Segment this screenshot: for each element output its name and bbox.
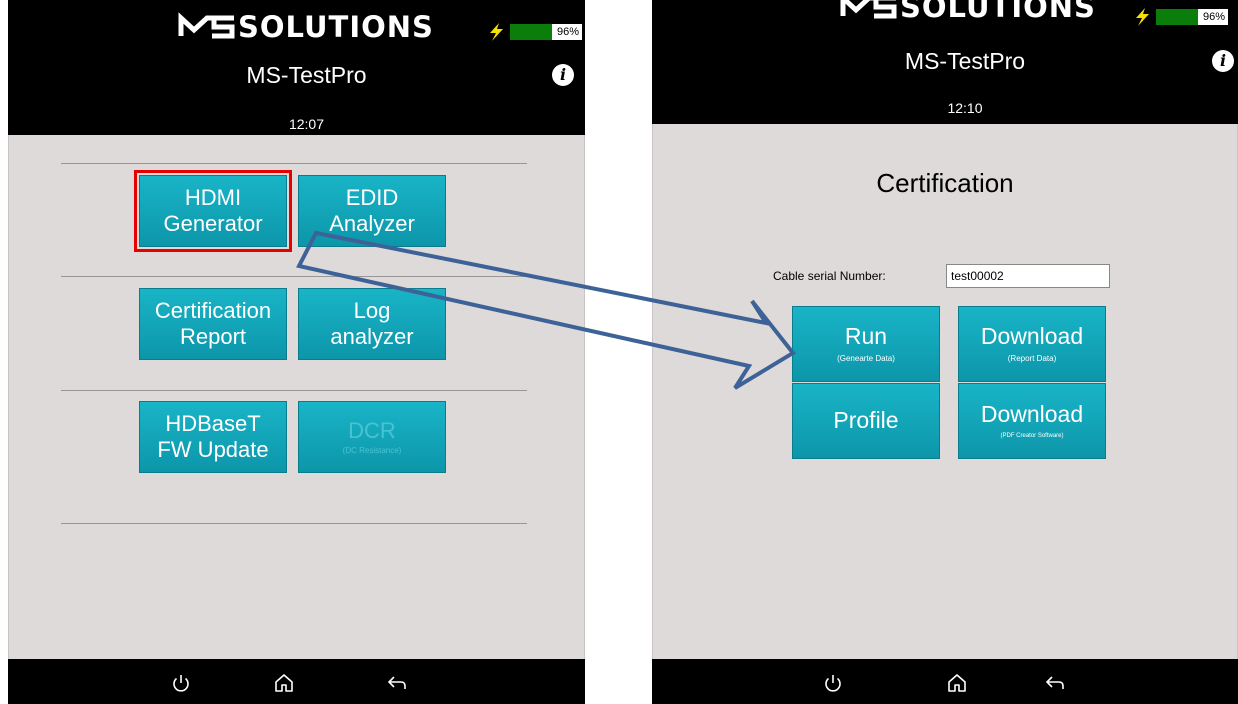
serial-number-label: Cable serial Number: [773, 269, 886, 283]
tile-line2: Analyzer [329, 211, 415, 236]
hdbaset-fw-update-button[interactable]: HDBaseT FW Update [139, 401, 287, 473]
battery-status: 96% [486, 23, 583, 41]
info-icon[interactable]: i [1212, 50, 1234, 72]
tile-line1: Certification [154, 297, 272, 323]
selection-highlight [134, 170, 292, 252]
tile-line2: Report [179, 324, 247, 349]
lightning-icon [1136, 8, 1149, 26]
battery-status: 96% [1132, 8, 1229, 26]
app-title: MS-TestPro [246, 62, 367, 88]
app-title: MS-TestPro [904, 48, 1026, 74]
navigation-bar [8, 659, 585, 704]
profile-button[interactable]: Profile [792, 383, 940, 459]
tile-line1: Log [353, 297, 391, 323]
power-icon[interactable] [170, 672, 192, 694]
button-subtitle: (PDF Creator Software) [1000, 433, 1064, 440]
tile-line1: DCR [348, 418, 396, 443]
separator [61, 390, 527, 391]
button-subtitle: (Report Data) [1007, 354, 1057, 364]
left-device-screen: SOLUTIONS MS-TestPro 12:07 96% i HDMI Ge… [8, 0, 585, 704]
tile-subtitle: (DC Resistance) [342, 446, 402, 456]
serial-number-input[interactable]: test00002 [946, 264, 1110, 288]
brand-logo: SOLUTIONS [840, 0, 1096, 24]
certification-report-button[interactable]: Certification Report [139, 288, 287, 360]
run-button[interactable]: Run (Genearte Data) [792, 306, 940, 382]
right-device-screen: SOLUTIONS MS-TestPro 12:10 96% i Certifi… [652, 0, 1238, 704]
separator [61, 276, 527, 277]
battery-level-bar [1156, 9, 1200, 25]
dcr-button[interactable]: DCR (DC Resistance) [298, 401, 446, 473]
edid-analyzer-button[interactable]: EDID Analyzer [298, 175, 446, 247]
brand-logo: SOLUTIONS [178, 10, 434, 44]
tile-line1: EDID [345, 184, 399, 210]
log-analyzer-button[interactable]: Log analyzer [298, 288, 446, 360]
button-label: Download [980, 322, 1084, 349]
battery-percent: 96% [1200, 9, 1229, 25]
info-icon[interactable]: i [552, 64, 574, 86]
button-label: Profile [833, 407, 899, 434]
home-icon[interactable] [273, 672, 295, 694]
back-icon[interactable] [386, 672, 408, 694]
back-icon[interactable] [1044, 672, 1066, 694]
clock: 12:10 [947, 100, 983, 116]
separator [61, 163, 527, 164]
brand-name: SOLUTIONS [238, 10, 434, 44]
battery-level-bar [510, 24, 554, 40]
tile-line2: FW Update [157, 437, 269, 462]
header: SOLUTIONS MS-TestPro 12:07 96% i [8, 0, 585, 135]
download-pdf-creator-button[interactable]: Download (PDF Creator Software) [958, 383, 1106, 459]
clock: 12:07 [288, 116, 325, 132]
battery-percent: 96% [554, 24, 583, 40]
tile-line1: HDBaseT [165, 410, 261, 436]
button-label: Download [980, 401, 1084, 428]
brand-name: SOLUTIONS [900, 0, 1096, 24]
separator [61, 523, 527, 524]
button-label: Run [844, 322, 888, 349]
page-title: Certification [876, 168, 1014, 198]
tile-line2: analyzer [330, 324, 414, 349]
power-icon[interactable] [822, 672, 844, 694]
lightning-icon [490, 23, 503, 41]
download-report-button[interactable]: Download (Report Data) [958, 306, 1106, 382]
header: SOLUTIONS MS-TestPro 12:10 96% i [652, 0, 1238, 124]
home-icon[interactable] [946, 672, 968, 694]
ms-logo-mark-icon [840, 0, 897, 19]
ms-logo-mark-icon [178, 12, 235, 39]
button-subtitle: (Genearte Data) [837, 354, 895, 364]
navigation-bar [652, 659, 1238, 704]
